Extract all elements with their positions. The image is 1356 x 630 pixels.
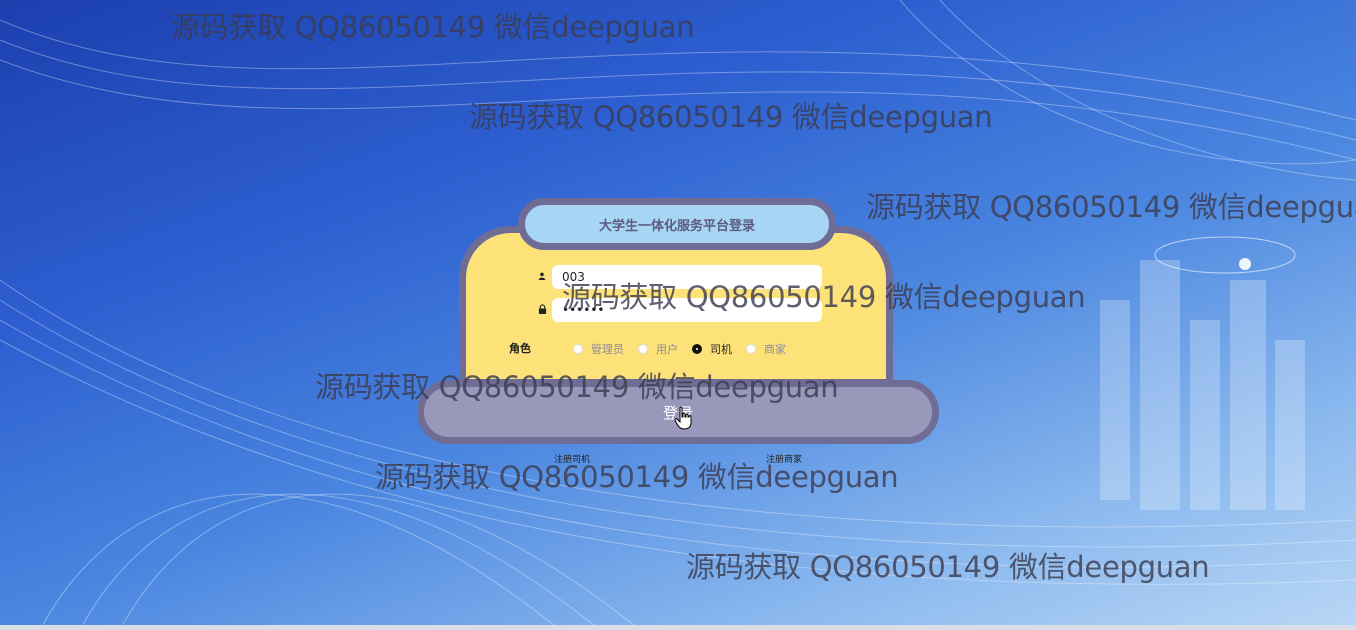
role-option-label: 管理员 <box>591 343 624 356</box>
lock-icon <box>532 303 552 317</box>
role-label: 角色 <box>509 342 531 355</box>
radio-dot[interactable] <box>638 344 648 354</box>
watermark-text: 源码获取 QQ86050149 微信deepguan <box>315 370 839 404</box>
user-icon <box>532 272 552 283</box>
role-option-label: 用户 <box>656 343 678 356</box>
watermark-text: 源码获取 QQ86050149 微信deepguan <box>866 190 1356 224</box>
radio-dot-checked[interactable] <box>692 344 702 354</box>
watermark-text: 源码获取 QQ86050149 微信deepguan <box>469 100 993 134</box>
radio-dot[interactable] <box>573 344 583 354</box>
radio-dot[interactable] <box>746 344 756 354</box>
watermark-text: 源码获取 QQ86050149 微信deepguan <box>375 460 899 494</box>
hand-cursor-icon <box>674 406 692 430</box>
role-option-user[interactable]: 用户 <box>638 341 678 357</box>
bottom-scroll-strip <box>0 625 1356 630</box>
role-option-merchant[interactable]: 商家 <box>746 341 786 357</box>
role-option-driver[interactable]: 司机 <box>692 341 732 357</box>
watermark-text: 源码获取 QQ86050149 微信deepguan <box>562 280 1086 314</box>
role-option-label: 商家 <box>764 343 786 356</box>
login-title: 大学生一体化服务平台登录 <box>518 198 836 250</box>
watermark-text: 源码获取 QQ86050149 微信deepguan <box>686 550 1210 584</box>
role-radio-group: 管理员 用户 司机 商家 <box>573 341 800 357</box>
role-option-label: 司机 <box>710 343 732 356</box>
watermark-text: 源码获取 QQ86050149 微信deepguan <box>171 10 695 44</box>
role-option-admin[interactable]: 管理员 <box>573 341 624 357</box>
